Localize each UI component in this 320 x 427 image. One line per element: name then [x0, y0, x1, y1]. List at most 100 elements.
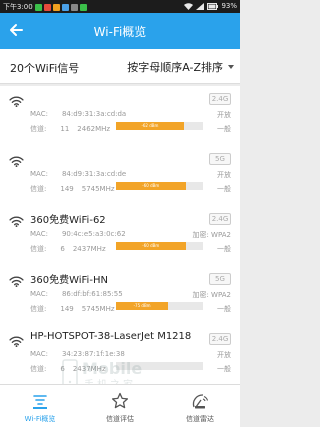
notification-icon [79, 3, 87, 11]
notification-icon [61, 3, 69, 11]
notification-icon [43, 3, 51, 11]
network-name: 360免费WiFi-HN [30, 275, 108, 286]
channel-number: 149 [60, 185, 74, 193]
signal-level: 一般 [217, 185, 231, 193]
wifi-signal-icon [9, 216, 24, 227]
wifi-signal-icon [9, 96, 24, 107]
frequency: 5745MHz [81, 185, 115, 193]
channel-label: 信道: [30, 245, 47, 253]
network-card[interactable]: 360免费WiFi-62 MAC: 90:4c:e5:a3:0c:62 信道: 6 2… [0, 206, 240, 268]
signal-level: 一般 [217, 305, 231, 313]
notification-icon [34, 3, 42, 11]
wifi-signal-icon [9, 156, 24, 167]
watermark-line1: Mobile [82, 359, 142, 378]
signal-level: 一般 [217, 245, 231, 253]
signal-bar-fill: -75 dBm [116, 302, 169, 310]
battery-icon [207, 2, 219, 10]
mac-row: MAC: 86:df:bf:61:85:55 [30, 290, 123, 298]
frequency: 2462MHz [77, 125, 111, 133]
signal-bar: -60 dBm [116, 182, 203, 190]
channel-label: 信道: [30, 125, 47, 133]
tab-label: 信道评估 [106, 415, 134, 423]
network-card[interactable]: MAC: 84:d9:31:3a:cd:da 信道: 11 2462MHz -62 d… [0, 86, 240, 148]
clock: 下午3:00 [3, 3, 33, 11]
star-icon [111, 392, 129, 409]
channel-label: 信道: [30, 185, 47, 193]
security-label: 加密: WPA2 [192, 291, 231, 299]
signal-dbm: -60 dBm [142, 243, 160, 248]
security-label: 加密: WPA2 [192, 231, 231, 239]
mac-row: MAC: 84:d9:31:3a:cd:da [30, 110, 126, 118]
band-badge: 2.4G [209, 213, 231, 225]
channel-row: 信道: 149 5745MHz [30, 184, 115, 194]
status-right: 93% [184, 2, 237, 10]
signal-bar-fill: -60 dBm [116, 182, 186, 190]
channel-label: 信道: [30, 365, 47, 373]
security-label: 开放 [217, 111, 231, 119]
mac-label: MAC: [30, 230, 48, 238]
caret-down-icon [228, 65, 234, 69]
channel-row: 信道: 6 2437MHz [30, 244, 106, 254]
band-badge: 5G [209, 153, 231, 165]
page-title: Wi-Fi概览 [93, 25, 147, 39]
mac-address: 84:d9:31:3a:cd:da [61, 110, 127, 118]
network-card[interactable]: MAC: 84:d9:31:3a:cd:de 信道: 149 5745MHz -60 … [0, 146, 240, 208]
channel-number: 6 [60, 245, 65, 253]
wifi-signal-icon [9, 276, 24, 287]
wifi-count-label: 20个WiFi信号 [10, 62, 80, 75]
tab-channel-evaluation[interactable]: 信道评估 [80, 385, 160, 427]
mac-address: 84:d9:31:3a:cd:de [61, 170, 127, 178]
channel-number: 11 [60, 125, 70, 133]
security-label: 开放 [217, 171, 231, 179]
mac-label: MAC: [30, 170, 48, 178]
mac-label: MAC: [30, 110, 48, 118]
notification-icon [52, 3, 60, 11]
battery-percent: 93% [221, 2, 237, 10]
network-card[interactable]: 360免费WiFi-HN MAC: 86:df:bf:61:85:55 信道: 14… [0, 266, 240, 328]
status-bar: 下午3:00 93% [0, 0, 240, 13]
radar-icon [192, 394, 209, 409]
mac-label: MAC: [30, 290, 48, 298]
status-left: 下午3:00 [3, 2, 87, 12]
mac-label: MAC: [30, 350, 48, 358]
frequency: 5745MHz [81, 305, 115, 313]
band-badge: 2.4G [209, 93, 231, 105]
band-badge: 5G [209, 273, 231, 285]
signal-bar-fill: -60 dBm [116, 242, 186, 250]
mac-address: 90:4c:e5:a3:0c:62 [61, 230, 126, 238]
frequency: 2437MHz [72, 245, 106, 253]
app-bar: Wi-Fi概览 [0, 13, 240, 49]
channel-row: 信道: 11 2462MHz [30, 124, 110, 134]
network-name: HP-HOTSPOT-38-LaserJet M1218 [30, 331, 192, 342]
channel-row: 信道: 149 5745MHz [30, 304, 115, 314]
bottom-tab-bar: Wi-Fi概览 信道评估 信道雷达 [0, 384, 240, 427]
signal-dbm: -62 dBm [141, 123, 159, 128]
mac-row: MAC: 84:d9:31:3a:cd:de [30, 170, 126, 178]
channel-label: 信道: [30, 305, 47, 313]
band-badge: 2.4G [209, 333, 231, 345]
signal-bar: -60 dBm [116, 242, 203, 250]
mac-row: MAC: 90:4c:e5:a3:0c:62 [30, 230, 126, 238]
signal-dbm: -75 dBm [133, 303, 151, 308]
wifi-signal-icon [9, 336, 24, 347]
sort-dropdown[interactable]: 按字母顺序A-Z排序 [127, 59, 234, 75]
signal-bar: -75 dBm [116, 302, 203, 310]
notification-icon [70, 3, 78, 11]
tab-wifi-overview[interactable]: Wi-Fi概览 [0, 385, 80, 427]
tab-label: 信道雷达 [186, 415, 214, 423]
signal-dbm: -60 dBm [142, 183, 160, 188]
tab-channel-radar[interactable]: 信道雷达 [160, 385, 240, 427]
security-label: 开放 [217, 351, 231, 359]
sort-label: 按字母顺序A-Z排序 [127, 61, 223, 74]
cell-signal-icon [196, 2, 205, 10]
list-header: 20个WiFi信号 按字母顺序A-Z排序 [0, 49, 240, 84]
signal-level: 一般 [217, 365, 231, 373]
mac-address: 86:df:bf:61:85:55 [61, 290, 123, 298]
wifi-status-icon [184, 2, 194, 10]
channel-number: 149 [60, 305, 74, 313]
network-name: 360免费WiFi-62 [30, 215, 106, 226]
signal-bar: -62 dBm [116, 122, 203, 130]
wifi-overview-icon [33, 395, 47, 409]
signal-level: 一般 [217, 125, 231, 133]
tab-label: Wi-Fi概览 [24, 415, 56, 423]
